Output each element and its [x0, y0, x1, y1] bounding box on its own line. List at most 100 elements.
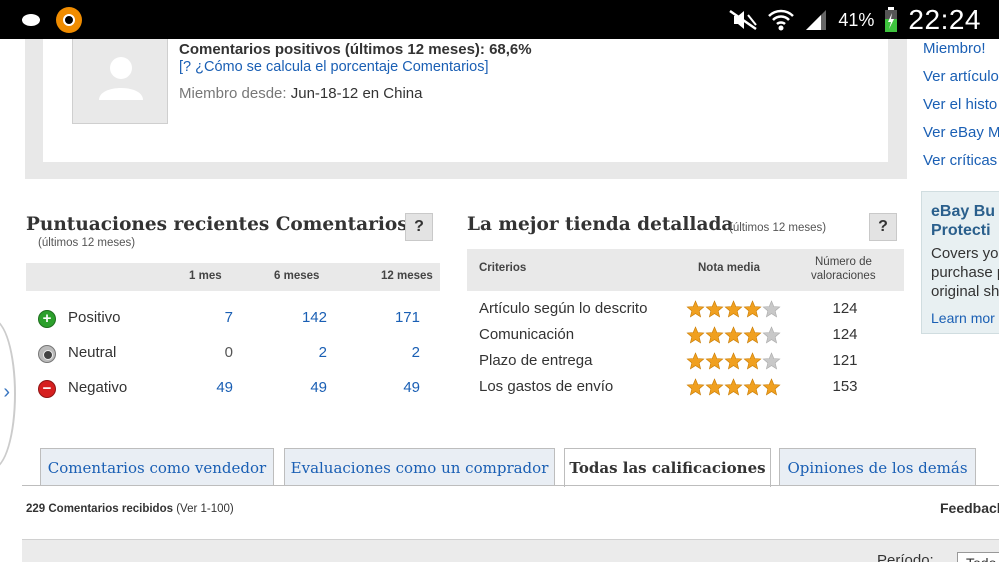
col-1-month: 1 mes: [189, 270, 222, 282]
recent-ratings-help-button[interactable]: ?: [405, 213, 433, 241]
filter-bar: Período: Todo: [22, 539, 999, 562]
right-link-items[interactable]: Ver artículo: [923, 63, 999, 91]
star-rating: [686, 326, 781, 346]
signal-icon: [806, 10, 827, 30]
star-empty-icon: [762, 352, 781, 370]
avatar: [72, 39, 168, 124]
detailed-ratings-title: La mejor tienda detallada: [467, 214, 734, 235]
dsr-row: Comunicación 124: [467, 323, 904, 349]
star-filled-icon: [705, 326, 724, 344]
member-since: Miembro desde: Jun-18-12 en China: [179, 85, 423, 102]
col-criteria: Criterios: [479, 262, 527, 274]
tab-left-for-others[interactable]: Opiniones de los demás: [779, 448, 976, 486]
detailed-ratings-help-button[interactable]: ?: [869, 213, 897, 241]
member-since-label: Miembro desde:: [179, 85, 287, 102]
detailed-ratings-subtitle: (últimos 12 meses): [729, 222, 827, 234]
col-count-line1: Número de: [815, 256, 872, 268]
battery-percent: 41%: [838, 9, 875, 30]
side-drawer-handle[interactable]: ›: [0, 319, 16, 469]
star-filled-icon: [724, 378, 743, 396]
feedback-label: Feedback: [940, 500, 999, 516]
dsr-count: 124: [832, 326, 858, 343]
rating-label: Negativo: [68, 379, 128, 396]
clock: 22:24: [908, 4, 981, 35]
received-count-text: 229 Comentarios recibidos: [26, 503, 173, 515]
star-empty-icon: [762, 326, 781, 344]
ad-body-line3: original sh: [931, 283, 999, 300]
star-filled-icon: [743, 378, 762, 396]
neutral-12-months[interactable]: 2: [380, 344, 420, 361]
dsr-row: Artículo según lo descrito 124: [467, 297, 904, 323]
star-filled-icon: [705, 352, 724, 370]
positive-plus-icon: [38, 310, 56, 328]
star-empty-icon: [762, 300, 781, 318]
tab-buyer-feedback[interactable]: Evaluaciones como un comprador: [284, 448, 555, 486]
right-link-history[interactable]: Ver el histo: [923, 91, 999, 119]
star-filled-icon: [724, 326, 743, 344]
neutral-1-month: 0: [224, 344, 233, 361]
dsr-count: 153: [832, 378, 858, 395]
profile-card: Comentarios positivos (últimos 12 meses)…: [43, 39, 888, 162]
star-filled-icon: [743, 326, 762, 344]
star-filled-icon: [686, 326, 705, 344]
recent-ratings-title: Puntuaciones recientes Comentarios: [26, 214, 408, 235]
detailed-ratings-header: Criterios Nota media Número de valoracio…: [467, 249, 904, 291]
star-filled-icon: [724, 352, 743, 370]
dsr-count: 121: [832, 352, 858, 369]
ad-learn-more-link[interactable]: Learn mor: [931, 310, 995, 326]
col-6-months: 6 meses: [274, 270, 320, 282]
rating-row-negative: Negativo 49 49 49: [26, 375, 440, 405]
star-filled-icon: [762, 378, 781, 396]
how-calculated-link[interactable]: [? ¿Cómo se calcula el porcentaje Coment…: [179, 59, 488, 75]
star-rating: [686, 352, 781, 372]
chat-bubble-icon: [20, 12, 42, 28]
col-12-months: 12 meses: [381, 270, 433, 282]
dsr-criterion: Los gastos de envío: [479, 378, 614, 395]
recent-ratings-subtitle: (últimos 12 meses): [38, 237, 136, 249]
dsr-criterion: Plazo de entrega: [479, 352, 593, 369]
star-rating: [686, 378, 781, 398]
negative-1-month[interactable]: 49: [193, 379, 233, 396]
user-placeholder-icon: [99, 57, 143, 100]
rating-row-positive: Positivo 7 142 171: [26, 305, 440, 335]
col-average: Nota media: [698, 262, 760, 274]
status-bar: 41% 22:24: [0, 0, 999, 39]
ad-body: Covers you purchase p original sh: [931, 244, 999, 301]
dsr-count: 124: [832, 300, 858, 317]
app-notification-icon: [56, 7, 82, 33]
ad-title: eBay Bu Protecti: [931, 202, 995, 240]
dsr-criterion: Artículo según lo descrito: [479, 300, 648, 317]
star-filled-icon: [724, 300, 743, 318]
star-filled-icon: [686, 378, 705, 396]
positive-6-months[interactable]: 142: [287, 309, 327, 326]
right-link-ebay-my[interactable]: Ver eBay M: [923, 119, 999, 147]
negative-12-months[interactable]: 49: [380, 379, 420, 396]
star-filled-icon: [705, 378, 724, 396]
positive-feedback-percent: Comentarios positivos (últimos 12 meses)…: [179, 41, 532, 58]
dsr-row: Los gastos de envío 153: [467, 375, 904, 401]
right-link-reviews[interactable]: Ver críticas: [923, 147, 999, 175]
recent-ratings-header: 1 mes 6 meses 12 meses: [26, 263, 440, 291]
positive-1-month[interactable]: 7: [193, 309, 233, 326]
star-filled-icon: [686, 300, 705, 318]
tab-seller-feedback[interactable]: Comentarios como vendedor: [40, 448, 274, 486]
neutral-6-months[interactable]: 2: [287, 344, 327, 361]
dsr-row: Plazo de entrega 121: [467, 349, 904, 375]
rating-label: Positivo: [68, 309, 121, 326]
rating-row-neutral: Neutral 0 2 2: [26, 340, 440, 370]
chevron-right-icon: ›: [3, 381, 10, 403]
buyer-protection-ad[interactable]: eBay Bu Protecti Covers you purchase p o…: [921, 191, 999, 334]
page-content: Comentarios positivos (últimos 12 meses)…: [0, 39, 999, 562]
negative-6-months[interactable]: 49: [287, 379, 327, 396]
positive-12-months[interactable]: 171: [380, 309, 420, 326]
star-filled-icon: [743, 300, 762, 318]
period-select[interactable]: Todo: [957, 552, 999, 562]
col-count-line2: valoraciones: [811, 270, 876, 282]
right-link-member[interactable]: Miembro!: [923, 39, 999, 63]
rating-label: Neutral: [68, 344, 117, 361]
star-rating: [686, 300, 781, 320]
battery-charging-icon: [885, 7, 898, 32]
received-count: 229 Comentarios recibidos (Ver 1-100): [26, 503, 234, 515]
negative-minus-icon: [38, 380, 56, 398]
tab-all-ratings[interactable]: Todas las calificaciones: [564, 448, 771, 487]
